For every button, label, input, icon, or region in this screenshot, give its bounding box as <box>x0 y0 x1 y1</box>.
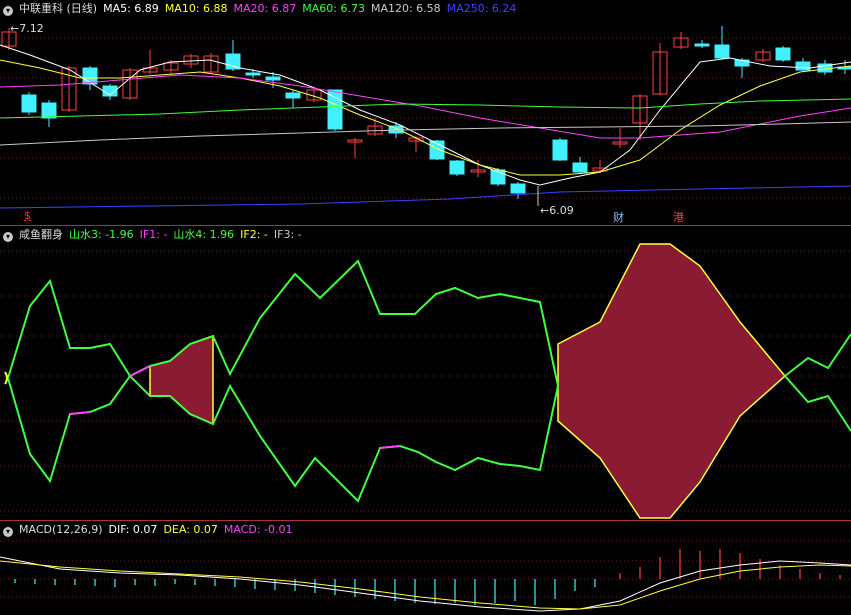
ma250-line <box>0 185 851 209</box>
shanshui3-line <box>784 333 851 377</box>
ma-indicator-value: MA5: 6.89 <box>103 2 159 15</box>
ma-indicator-value: MA20: 6.87 <box>233 2 297 15</box>
macd-indicator-value: MACD: -0.01 <box>223 523 293 536</box>
candle-body <box>775 47 791 61</box>
chevron-down-icon[interactable]: ▾ <box>3 232 13 242</box>
candle-body <box>714 44 730 59</box>
candle-body <box>327 89 343 130</box>
indicator-header: ▾ 咸鱼翻身 山水3: -1.96 IF1: - 山水4: 1.96 IF2: - IF3:… <box>0 226 314 244</box>
shanshui-indicator-value: IF2: - <box>240 228 268 241</box>
candle-body <box>449 160 465 175</box>
ma20-line <box>0 74 851 139</box>
macd-indicator-value: DIF: 0.07 <box>108 523 158 536</box>
ma-indicator-value: MA250: 6.24 <box>446 2 517 15</box>
if1-segment <box>379 445 401 449</box>
fill-area <box>149 334 214 426</box>
macd-header: ▾ MACD(12,26,9) DIF: 0.07 DEA: 0.07 MACD: -0… <box>0 521 305 539</box>
candle-body <box>225 53 241 70</box>
fill-area <box>557 243 787 519</box>
indicator-title: 咸鱼翻身 <box>19 228 63 241</box>
ma-indicator-value: MA10: 6.88 <box>164 2 228 15</box>
shanshui-indicator-value: IF1: - <box>139 228 168 241</box>
ma10-line <box>0 59 851 176</box>
marker-dollar[interactable]: $ <box>24 209 31 222</box>
marker-hk[interactable]: 港 <box>673 209 684 225</box>
chevron-down-icon[interactable]: ▾ <box>3 527 13 537</box>
start-bracket <box>4 371 8 385</box>
kline-header: ▾ 中联重科 (日线) MA5: 6.89 MA10: 6.88 MA20: 6.87 M… <box>0 0 528 18</box>
candle-body <box>41 102 57 119</box>
high-price-label: ←7.12 <box>10 22 44 35</box>
ma120-line <box>0 121 851 146</box>
stock-title: 中联重科 (日线) <box>19 2 98 15</box>
macd-indicator-value: DEA: 0.07 <box>163 523 218 536</box>
ma-indicator-value: MA120: 6.58 <box>370 2 441 15</box>
macd-panel[interactable]: ▾ MACD(12,26,9) DIF: 0.07 DEA: 0.07 MACD: -0… <box>0 521 851 615</box>
candle-body <box>694 43 710 47</box>
candle-body <box>510 183 526 194</box>
shanshui4-line <box>784 375 851 432</box>
candle-body <box>795 61 811 71</box>
kline-panel[interactable]: ▾ 中联重科 (日线) MA5: 6.89 MA10: 6.88 MA20: 6.87 M… <box>0 0 851 224</box>
ma60-line <box>0 98 851 119</box>
candle-body <box>285 92 301 99</box>
macd-title: MACD(12,26,9) <box>19 523 103 536</box>
if1-segment <box>129 365 151 377</box>
shanshui-indicator-value: 山水3: -1.96 <box>69 228 134 241</box>
chevron-down-icon[interactable]: ▾ <box>3 6 13 16</box>
indicator-chart[interactable] <box>0 226 851 520</box>
low-price-label: ←6.09 <box>540 204 574 217</box>
candle-body <box>572 162 588 173</box>
shanshui3-line <box>7 259 559 387</box>
candle-body <box>21 94 37 113</box>
shanshui-indicator-value: IF3: - <box>273 228 302 241</box>
candle-body <box>552 139 568 161</box>
ma-indicator-value: MA60: 6.73 <box>302 2 365 15</box>
candle-body <box>245 72 261 76</box>
shanshui-indicator-value: 山水4: 1.96 <box>173 228 235 241</box>
marker-finance[interactable]: 财 <box>613 209 624 225</box>
indicator-panel[interactable]: ▾ 咸鱼翻身 山水3: -1.96 IF1: - 山水4: 1.96 IF2: - IF3:… <box>0 226 851 520</box>
dif-line <box>0 556 851 612</box>
candle-body <box>265 76 281 81</box>
shanshui4-line <box>7 374 559 503</box>
if1-segment <box>69 411 91 415</box>
kline-chart[interactable] <box>0 0 851 224</box>
